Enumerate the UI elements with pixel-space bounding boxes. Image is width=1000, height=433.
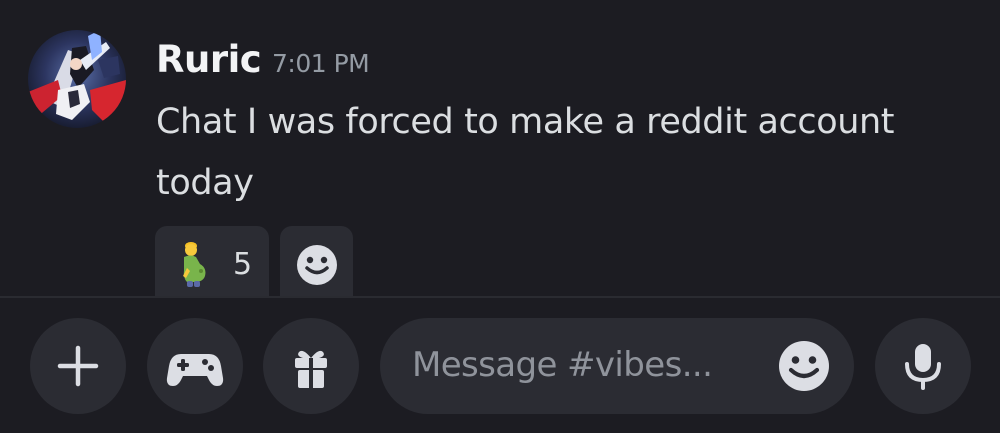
message-input-container[interactable] (380, 318, 854, 414)
gift-icon (295, 350, 327, 388)
message-composer (0, 298, 1000, 433)
avatar[interactable] (28, 30, 126, 128)
reaction-count: 5 (233, 247, 253, 282)
message-text: Chat I was forced to make a reddit accou… (156, 102, 895, 203)
gamepad-icon (166, 354, 224, 386)
smiley-icon (297, 245, 337, 285)
plus-icon (57, 345, 99, 387)
pregnant-man-emoji (183, 242, 206, 287)
message-input[interactable] (412, 340, 762, 390)
gift-button[interactable] (263, 318, 359, 414)
author-name[interactable]: Ruric (156, 37, 262, 83)
avatar-image (28, 30, 126, 128)
activities-button[interactable] (147, 318, 243, 414)
reaction-pregnant-man[interactable]: 5 (155, 226, 269, 296)
attach-button[interactable] (30, 318, 126, 414)
chat-message: Ruric 7:01 PM Chat I was forced to make … (0, 0, 1000, 296)
add-reaction-button[interactable] (280, 226, 353, 296)
message-timestamp: 7:01 PM (272, 49, 370, 78)
smiley-icon[interactable] (777, 339, 831, 393)
voice-message-button[interactable] (875, 318, 971, 414)
microphone-icon (905, 344, 941, 390)
